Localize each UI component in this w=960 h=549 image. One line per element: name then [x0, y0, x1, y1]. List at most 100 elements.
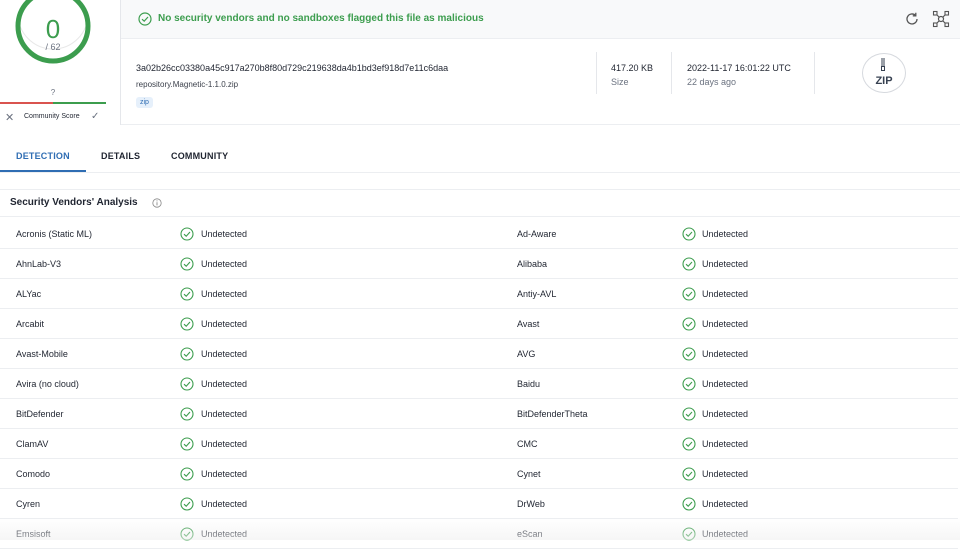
table-row: Arcabit Undetected Avast Undetected	[0, 309, 958, 339]
check-circle-icon	[682, 437, 696, 451]
vendor-name: Avast	[517, 319, 540, 329]
table-row: ALYac Undetected Antiy-AVL Undetected	[0, 279, 958, 309]
check-circle-icon	[682, 407, 696, 421]
vendor-result: Undetected	[702, 229, 749, 239]
table-row: AhnLab-V3 Undetected Alibaba Undetected	[0, 249, 958, 279]
vendor-name: Ad-Aware	[517, 229, 557, 239]
vendor-name: AVG	[517, 349, 536, 359]
file-hash[interactable]: 3a02b26cc03380a45c917a270b8f80d729c21963…	[136, 63, 448, 73]
status-message: No security vendors and no sandboxes fla…	[158, 13, 484, 24]
table-row: BitDefender Undetected BitDefenderTheta Und…	[0, 399, 958, 429]
vendor-name: Alibaba	[517, 259, 548, 269]
vendor-result: Undetected	[201, 259, 248, 269]
reload-icon[interactable]	[903, 10, 921, 28]
vendor-name: ClamAV	[16, 439, 49, 449]
file-size-label: Size	[611, 77, 629, 87]
vendor-name: Acronis (Static ML)	[16, 229, 93, 239]
check-circle-icon	[682, 497, 696, 511]
vendor-name: eScan	[517, 529, 543, 539]
section-divider	[0, 189, 960, 190]
vendor-result: Undetected	[702, 499, 749, 509]
check-circle-icon	[180, 437, 194, 451]
table-row: Avast-Mobile Undetected AVG Undetected	[0, 339, 958, 369]
table-row: Emsisoft Undetected eScan Undetected	[0, 519, 958, 549]
vote-harmless-icon[interactable]: ✓	[91, 111, 99, 122]
check-circle-icon	[180, 467, 194, 481]
check-circle-icon	[180, 527, 194, 541]
check-circle-icon	[682, 287, 696, 301]
check-circle-icon	[180, 347, 194, 361]
check-circle-icon	[180, 227, 194, 241]
file-name: repository.Magnetic-1.1.0.zip	[136, 80, 239, 89]
vendor-result: Undetected	[201, 349, 248, 359]
check-circle-icon	[682, 227, 696, 241]
vendor-name: BitDefenderTheta	[517, 409, 588, 419]
table-row: Acronis (Static ML) Undetected Ad-Aware Und…	[0, 219, 958, 249]
status-banner: No security vendors and no sandboxes fla…	[121, 0, 960, 39]
vendor-name: Arcabit	[16, 319, 45, 329]
check-circle-icon	[138, 12, 152, 26]
vendor-result: Undetected	[201, 379, 248, 389]
vendor-name: Antiy-AVL	[517, 289, 557, 299]
vendor-result: Undetected	[702, 439, 749, 449]
vendor-result: Undetected	[702, 529, 749, 539]
tab-community[interactable]: COMMUNITY	[171, 151, 228, 161]
vendor-name: Baidu	[517, 379, 541, 389]
table-row: Avira (no cloud) Undetected Baidu Undetecte…	[0, 369, 958, 399]
check-circle-icon	[180, 287, 194, 301]
vendor-name: Emsisoft	[16, 529, 51, 539]
community-score-label: Community Score	[24, 113, 80, 120]
section-title: Security Vendors' Analysis	[10, 197, 138, 208]
check-circle-icon	[180, 317, 194, 331]
file-tag[interactable]: zip	[136, 97, 153, 108]
community-score-value: ?	[50, 88, 56, 97]
tab-detection[interactable]: DETECTION	[16, 151, 70, 161]
vote-malicious-icon[interactable]: ✕	[5, 111, 14, 124]
check-circle-icon	[180, 257, 194, 271]
check-circle-icon	[682, 317, 696, 331]
check-circle-icon	[682, 257, 696, 271]
tab-details[interactable]: DETAILS	[101, 151, 140, 161]
analysis-date: 2022-11-17 16:01:22 UTC	[687, 63, 791, 73]
vendor-result: Undetected	[702, 469, 749, 479]
vendor-result: Undetected	[201, 409, 248, 419]
vendor-name: Comodo	[16, 469, 51, 479]
file-size-value: 417.20 KB	[611, 63, 654, 73]
vendor-result: Undetected	[201, 229, 248, 239]
vendor-name: ALYac	[16, 289, 42, 299]
vendor-result: Undetected	[702, 289, 749, 299]
vendor-name: Cynet	[517, 469, 541, 479]
vendor-name: Cyren	[16, 499, 41, 509]
info-divider	[814, 52, 815, 94]
detections-total: / 62	[45, 42, 61, 52]
graph-icon[interactable]	[932, 10, 950, 28]
community-score-bar	[0, 102, 106, 104]
vendor-result: Undetected	[702, 349, 749, 359]
check-circle-icon	[180, 407, 194, 421]
zipper-icon	[881, 58, 885, 71]
vendor-result: Undetected	[201, 289, 248, 299]
check-circle-icon	[682, 347, 696, 361]
check-circle-icon	[682, 377, 696, 391]
info-divider	[596, 52, 597, 94]
vendor-result: Undetected	[702, 379, 749, 389]
section-divider	[0, 216, 960, 217]
vendor-name: BitDefender	[16, 409, 64, 419]
detections-count: 0	[45, 14, 61, 44]
detection-score-panel: 0 / 62 ? ✕ Community Score ✓	[0, 0, 120, 125]
info-icon[interactable]	[152, 198, 162, 208]
vendor-name: Avast-Mobile	[16, 349, 68, 359]
tabs-divider	[0, 172, 960, 173]
file-type-label: ZIP	[875, 75, 893, 87]
check-circle-icon	[180, 377, 194, 391]
info-divider-horizontal	[121, 124, 960, 125]
vendor-result: Undetected	[201, 529, 248, 539]
vendor-result: Undetected	[201, 439, 248, 449]
analysis-date-relative: 22 days ago	[687, 77, 737, 87]
vendor-name: AhnLab-V3	[16, 259, 62, 269]
vendor-name: DrWeb	[517, 499, 545, 509]
vendors-table: Acronis (Static ML) Undetected Ad-Aware Und…	[0, 219, 958, 549]
table-row: Cyren Undetected DrWeb Undetected	[0, 489, 958, 519]
check-circle-icon	[682, 467, 696, 481]
check-circle-icon	[180, 497, 194, 511]
